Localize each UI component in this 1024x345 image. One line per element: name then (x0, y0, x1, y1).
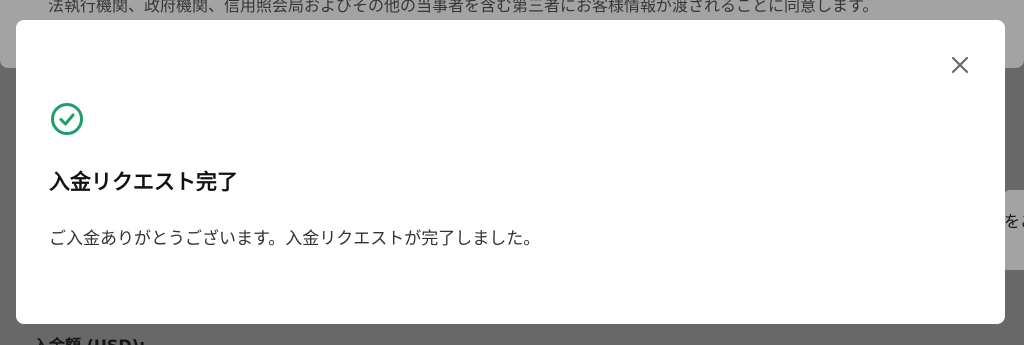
page: 法執行機関、政府機関、信用照会局およびその他の当事者を含む第三者にお客様情報が渡… (0, 0, 1024, 345)
deposit-complete-modal: 入金リクエスト完了 ご入金ありがとうございます。入金リクエストが完了しました。 (16, 20, 1005, 324)
close-icon (951, 56, 969, 74)
close-button[interactable] (946, 51, 974, 79)
check-circle-icon (50, 102, 84, 136)
modal-title: 入金リクエスト完了 (49, 170, 238, 194)
modal-message: ご入金ありがとうございます。入金リクエストが完了しました。 (49, 229, 541, 249)
